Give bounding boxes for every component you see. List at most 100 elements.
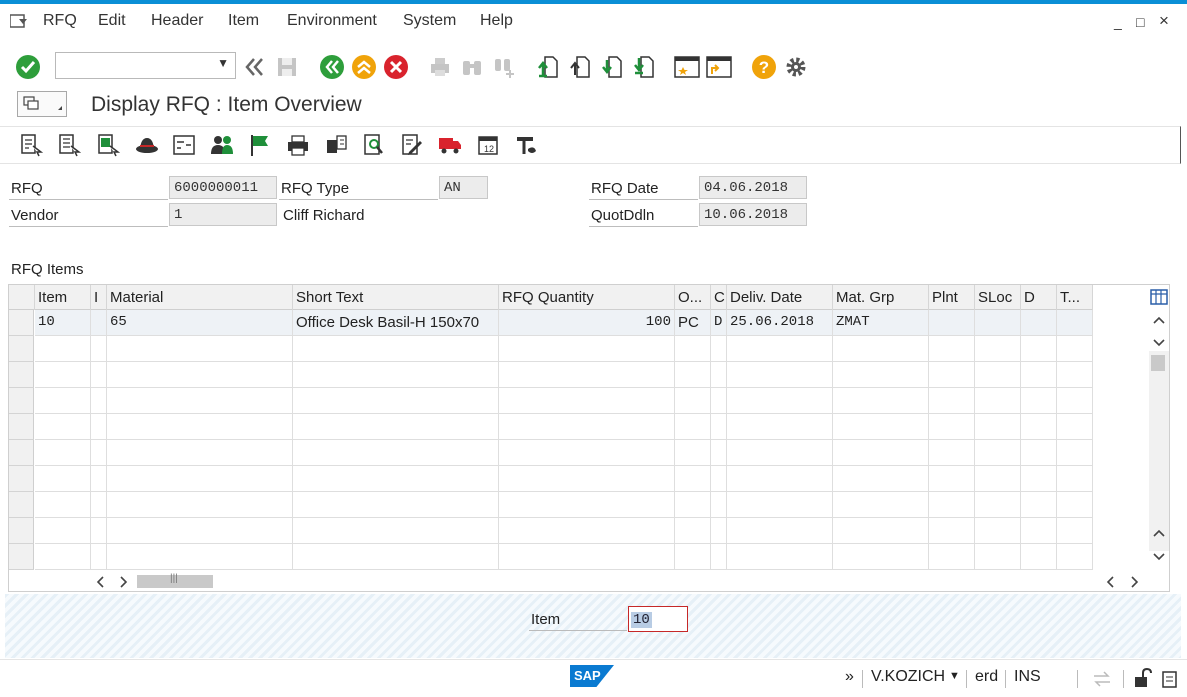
conditions-icon[interactable]	[324, 133, 348, 157]
column-header-i[interactable]: I	[91, 285, 107, 310]
quotation-deadline-field[interactable]: 10.06.2018	[699, 203, 807, 226]
cell-mat-grp[interactable]	[833, 362, 929, 388]
last-page-button[interactable]	[631, 53, 659, 81]
save-button[interactable]	[273, 53, 301, 81]
cell-deliv-date[interactable]: 25.06.2018	[727, 310, 833, 336]
cell-d[interactable]	[1021, 492, 1057, 518]
cell-unit[interactable]	[675, 492, 711, 518]
printer-icon[interactable]	[286, 133, 310, 157]
cell-mat-grp[interactable]	[833, 440, 929, 466]
cell-plnt[interactable]	[929, 336, 975, 362]
cell-plnt[interactable]	[929, 310, 975, 336]
cell-item[interactable]	[35, 466, 91, 492]
page-down-icon[interactable]	[1153, 551, 1165, 561]
header-details-icon[interactable]	[57, 133, 81, 157]
cell-i[interactable]	[91, 466, 107, 492]
find-next-button[interactable]	[490, 53, 518, 81]
cell-item[interactable]	[35, 362, 91, 388]
cell-short-text[interactable]	[293, 492, 499, 518]
cell-unit[interactable]	[675, 414, 711, 440]
row-selector[interactable]	[9, 518, 34, 544]
cell-t[interactable]	[1057, 388, 1093, 414]
notepad-icon[interactable]	[1160, 669, 1180, 689]
cell-qty[interactable]	[499, 388, 675, 414]
cell-t[interactable]	[1057, 544, 1093, 570]
scroll-right-icon[interactable]	[118, 576, 128, 588]
cell-short-text[interactable]	[293, 336, 499, 362]
cell-mat-grp[interactable]: ZMAT	[833, 310, 929, 336]
cell-d[interactable]	[1021, 414, 1057, 440]
user-dropdown-icon[interactable]: ▼	[949, 670, 960, 682]
cell-qty[interactable]	[499, 440, 675, 466]
cell-material[interactable]	[107, 388, 293, 414]
rfq-type-field[interactable]: AN	[439, 176, 488, 199]
cell-deliv-date[interactable]	[727, 518, 833, 544]
cell-material[interactable]	[107, 544, 293, 570]
cell-deliv-date[interactable]	[727, 440, 833, 466]
scroll-down-icon[interactable]	[1153, 337, 1165, 347]
cell-sloc[interactable]	[975, 440, 1021, 466]
menu-system[interactable]: System	[403, 12, 456, 30]
cell-deliv-date[interactable]	[727, 466, 833, 492]
tools-icon[interactable]	[514, 133, 538, 157]
cell-plnt[interactable]	[929, 466, 975, 492]
cell-qty[interactable]	[499, 336, 675, 362]
chevron-down-icon[interactable]: ▼	[217, 56, 229, 70]
menu-environment[interactable]: Environment	[287, 12, 377, 30]
scroll-left-end-icon[interactable]	[1106, 576, 1116, 588]
cell-qty[interactable]	[499, 466, 675, 492]
rfq-number-field[interactable]: 6000000011	[169, 176, 277, 199]
cell-item[interactable]	[35, 518, 91, 544]
cell-material[interactable]	[107, 336, 293, 362]
cell-sloc[interactable]	[975, 414, 1021, 440]
cell-d[interactable]	[1021, 466, 1057, 492]
cell-plnt[interactable]	[929, 544, 975, 570]
cell-t[interactable]	[1057, 518, 1093, 544]
column-header-rfq-quantity[interactable]: RFQ Quantity	[499, 285, 675, 310]
scroll-track[interactable]	[1149, 351, 1169, 551]
vendor-field[interactable]: 1	[169, 203, 277, 226]
scroll-left-icon[interactable]	[96, 576, 106, 588]
cancel-button[interactable]	[382, 53, 410, 81]
minimize-button[interactable]: _	[1114, 14, 1122, 30]
cell-item[interactable]: 10	[35, 310, 91, 336]
calendar-icon[interactable]: 12	[476, 133, 500, 157]
new-session-button[interactable]	[673, 53, 701, 81]
column-header-t[interactable]: T...	[1057, 285, 1093, 310]
menu-item[interactable]: Item	[228, 12, 259, 30]
cell-sloc[interactable]	[975, 466, 1021, 492]
column-header-sloc[interactable]: SLoc	[975, 285, 1021, 310]
cell-plnt[interactable]	[929, 440, 975, 466]
cell-unit[interactable]	[675, 336, 711, 362]
back-button[interactable]	[318, 53, 346, 81]
row-selector[interactable]	[9, 310, 34, 336]
cell-i[interactable]	[91, 388, 107, 414]
cell-mat-grp[interactable]	[833, 492, 929, 518]
command-field[interactable]: ▼	[55, 52, 236, 79]
cell-t[interactable]	[1057, 492, 1093, 518]
help-button[interactable]: ?	[750, 53, 778, 81]
cell-mat-grp[interactable]	[833, 544, 929, 570]
cell-mat-grp[interactable]	[833, 336, 929, 362]
cell-i[interactable]	[91, 362, 107, 388]
cell-deliv-date[interactable]	[727, 544, 833, 570]
menu-header[interactable]: Header	[151, 12, 203, 30]
hat-icon[interactable]	[135, 133, 159, 157]
cell-deliv-date[interactable]	[727, 362, 833, 388]
cell-short-text[interactable]	[293, 440, 499, 466]
column-header-c[interactable]: C	[711, 285, 727, 310]
cell-t[interactable]	[1057, 440, 1093, 466]
cell-i[interactable]	[91, 440, 107, 466]
cell-t[interactable]	[1057, 414, 1093, 440]
cell-qty[interactable]	[499, 492, 675, 518]
cell-material[interactable]	[107, 414, 293, 440]
close-window-button[interactable]: ×	[1159, 11, 1169, 31]
cell-unit[interactable]	[675, 466, 711, 492]
cell-d[interactable]	[1021, 310, 1057, 336]
cell-deliv-date[interactable]	[727, 492, 833, 518]
cell-unit[interactable]	[675, 440, 711, 466]
column-header-mat-grp[interactable]: Mat. Grp	[833, 285, 929, 310]
cell-unit[interactable]	[675, 544, 711, 570]
cell-sloc[interactable]	[975, 362, 1021, 388]
cell-short-text[interactable]	[293, 518, 499, 544]
